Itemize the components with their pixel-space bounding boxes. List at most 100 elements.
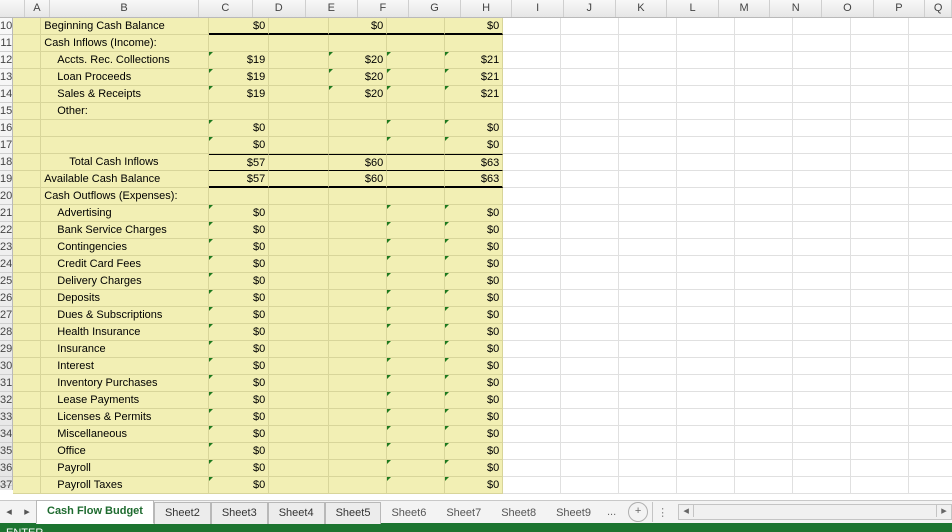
cell-E31[interactable] [329,375,387,392]
cell-C10[interactable]: $0 [209,18,269,35]
cell-F23[interactable] [387,239,445,256]
row-header-29[interactable]: 29 [0,341,12,358]
cell-N33[interactable] [851,409,909,426]
cell-L34[interactable] [735,426,793,443]
row-header-14[interactable]: 14 [0,86,12,103]
cell-N28[interactable] [851,324,909,341]
cell-K15[interactable] [677,103,735,120]
cell-D20[interactable] [269,188,329,205]
cell-J11[interactable] [619,35,677,52]
cell-I23[interactable] [561,239,619,256]
cell-M19[interactable] [793,171,851,188]
cell-E29[interactable] [329,341,387,358]
row-header-24[interactable]: 24 [0,256,12,273]
cell-B34[interactable]: Miscellaneous [41,426,209,443]
cell-G33[interactable]: $0 [445,409,503,426]
cell-K11[interactable] [677,35,735,52]
cell-A13[interactable] [13,69,41,86]
cell-N35[interactable] [851,443,909,460]
cell-A33[interactable] [13,409,41,426]
cell-I10[interactable] [561,18,619,35]
cell-D32[interactable] [269,392,329,409]
cell-L28[interactable] [735,324,793,341]
cell-J29[interactable] [619,341,677,358]
cell-G11[interactable] [445,35,503,52]
cell-D13[interactable] [269,69,329,86]
row-header-15[interactable]: 15 [0,103,12,120]
col-header-L[interactable]: L [667,0,719,17]
cell-J30[interactable] [619,358,677,375]
cell-F24[interactable] [387,256,445,273]
cell-I14[interactable] [561,86,619,103]
cell-H13[interactable] [503,69,561,86]
cell-N37[interactable] [851,477,909,494]
cell-N20[interactable] [851,188,909,205]
cell-N17[interactable] [851,137,909,154]
cell-M12[interactable] [793,52,851,69]
cell-E25[interactable] [329,273,387,290]
cell-F18[interactable] [387,154,445,171]
row-header-35[interactable]: 35 [0,443,12,460]
cell-F26[interactable] [387,290,445,307]
cell-E18[interactable]: $60 [329,154,387,171]
cell-M30[interactable] [793,358,851,375]
cell-N12[interactable] [851,52,909,69]
sheet-tab-sheet7[interactable]: Sheet7 [436,503,491,524]
cell-B26[interactable]: Deposits [41,290,209,307]
cell-B22[interactable]: Bank Service Charges [41,222,209,239]
row-header-32[interactable]: 32 [0,392,12,409]
cell-A21[interactable] [13,205,41,222]
cell-O24[interactable] [909,256,952,273]
cell-K32[interactable] [677,392,735,409]
cell-B35[interactable]: Office [41,443,209,460]
cell-C33[interactable]: $0 [209,409,269,426]
cell-C19[interactable]: $57 [209,171,269,188]
cell-M29[interactable] [793,341,851,358]
col-header-H[interactable]: H [461,0,513,17]
cell-J24[interactable] [619,256,677,273]
cell-J31[interactable] [619,375,677,392]
cell-A32[interactable] [13,392,41,409]
cell-B14[interactable]: Sales & Receipts [41,86,209,103]
cell-O26[interactable] [909,290,952,307]
cell-O30[interactable] [909,358,952,375]
cell-K23[interactable] [677,239,735,256]
cell-D26[interactable] [269,290,329,307]
row-header-13[interactable]: 13 [0,69,12,86]
cell-F28[interactable] [387,324,445,341]
cell-H21[interactable] [503,205,561,222]
cell-H22[interactable] [503,222,561,239]
cell-N27[interactable] [851,307,909,324]
cell-A16[interactable] [13,120,41,137]
cell-J17[interactable] [619,137,677,154]
cell-A31[interactable] [13,375,41,392]
col-header-P[interactable]: P [874,0,926,17]
cell-E15[interactable] [329,103,387,120]
cell-J26[interactable] [619,290,677,307]
cell-I30[interactable] [561,358,619,375]
cell-O11[interactable] [909,35,952,52]
cell-N13[interactable] [851,69,909,86]
cell-D24[interactable] [269,256,329,273]
cell-B30[interactable]: Interest [41,358,209,375]
cell-B23[interactable]: Contingencies [41,239,209,256]
cell-C24[interactable]: $0 [209,256,269,273]
cell-N23[interactable] [851,239,909,256]
cell-G34[interactable]: $0 [445,426,503,443]
cell-J16[interactable] [619,120,677,137]
cell-F36[interactable] [387,460,445,477]
cell-H31[interactable] [503,375,561,392]
cell-M21[interactable] [793,205,851,222]
cell-J23[interactable] [619,239,677,256]
cell-D15[interactable] [269,103,329,120]
cell-L10[interactable] [735,18,793,35]
row-header-37[interactable]: 37 [0,477,12,486]
cell-A37[interactable] [13,477,41,494]
cell-H28[interactable] [503,324,561,341]
row-header-20[interactable]: 20 [0,188,12,205]
cell-C14[interactable]: $19 [209,86,269,103]
cell-L15[interactable] [735,103,793,120]
cell-N36[interactable] [851,460,909,477]
cell-M17[interactable] [793,137,851,154]
cell-C11[interactable] [209,35,269,52]
